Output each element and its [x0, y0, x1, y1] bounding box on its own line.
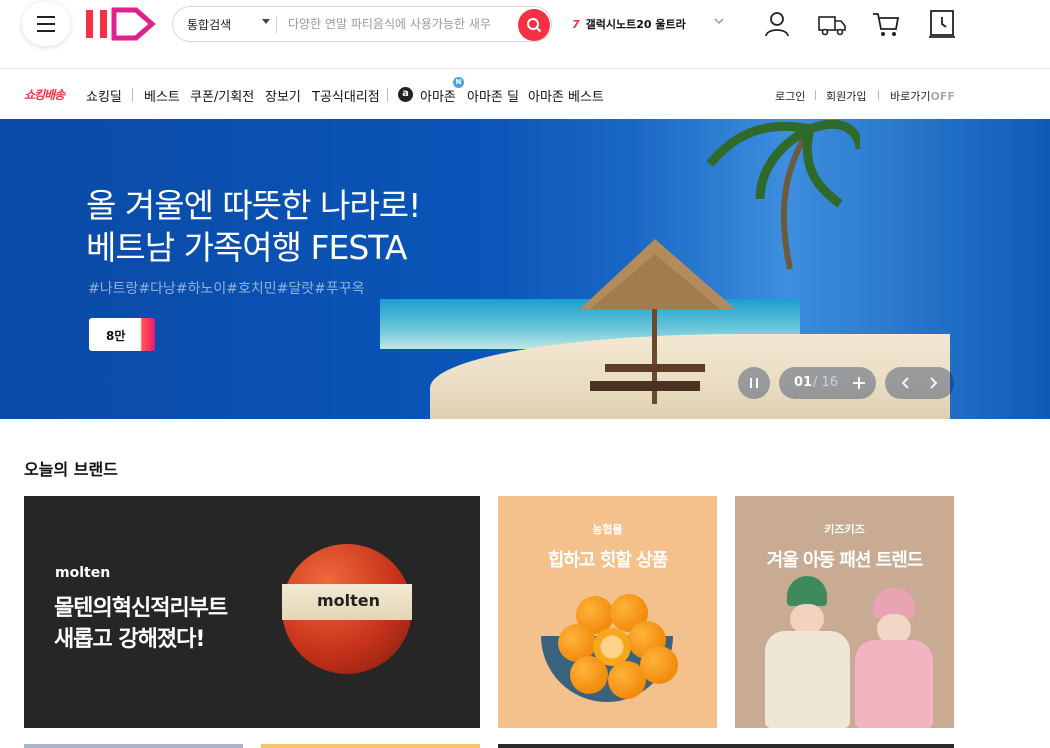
brand-card-molten[interactable]: molten 몰텐의혁신적리부트 새롭고 강해졌다! molten — [24, 496, 480, 728]
banner-total-count: / 16 — [813, 375, 839, 390]
banner-title-line2: 베트남 가족여행 FESTA — [86, 228, 407, 267]
nav-divider — [387, 88, 388, 102]
orange-image — [640, 646, 678, 684]
nav-item-amazon-deal[interactable]: 아마존 딜 — [467, 86, 519, 105]
shocking-delivery-link[interactable]: 쇼킹배송 — [24, 86, 65, 103]
brand-card-line2: 새롭고 강해졌다! — [54, 627, 205, 652]
brand-card-copy: 몰텐의혁신적리부트 새롭고 강해졌다! — [54, 593, 228, 655]
brand-card-headline: 겨울 아동 패션 트렌드 — [766, 550, 924, 571]
brand-card-headline: 힙하고 힛할 상품 — [547, 550, 668, 571]
user-icon[interactable] — [761, 8, 793, 40]
amazon-logo-icon: a — [398, 87, 413, 102]
section-title: 오늘의 브랜드 — [24, 460, 118, 479]
kid-coat-image — [765, 631, 850, 728]
molten-logo: molten — [55, 565, 111, 581]
util-divider — [878, 90, 879, 100]
nav-divider — [132, 88, 133, 102]
shortcut-toggle[interactable]: 바로가기OFF — [890, 88, 955, 104]
hamburger-menu-button[interactable] — [22, 2, 70, 46]
kid-coat-image — [855, 640, 933, 728]
banner-tags: #나트랑#다낭#하노이#호치민#달랏#푸꾸옥 — [88, 281, 365, 297]
shortcut-state: OFF — [930, 90, 955, 103]
nav-item-amazon[interactable]: 아마존 — [420, 86, 456, 105]
pause-icon — [750, 378, 758, 388]
search-button[interactable] — [518, 9, 550, 41]
chevron-right-icon[interactable] — [926, 376, 940, 390]
nav-item-coupons[interactable]: 쿠폰/기획전 — [190, 86, 254, 105]
chevron-down-icon[interactable] — [262, 19, 270, 24]
main-banner[interactable]: 올 겨울엔 따뜻한 나라로! 베트남 가족여행 FESTA #나트랑#다낭#하노… — [0, 119, 1050, 419]
brand-card-kids[interactable]: 키즈키즈 겨울 아동 패션 트렌드 — [735, 496, 954, 728]
promo-rank: 7 — [572, 18, 580, 31]
brand-card-nonghyup[interactable]: 농협몰 힙하고 힛할 상품 — [498, 496, 717, 728]
nav-item-best[interactable]: 베스트 — [144, 86, 180, 105]
brand-card-next-1[interactable] — [24, 744, 243, 748]
nav-item-groceries[interactable]: 장보기 — [265, 86, 301, 105]
ball-logo-text: molten — [317, 591, 381, 610]
top-header: 통합검색 7 갤럭시노트20 울트라 — [0, 0, 1050, 68]
menu-icon — [37, 23, 55, 25]
nav-item-amazon-best[interactable]: 아마존 베스트 — [528, 86, 604, 105]
util-divider — [815, 90, 816, 100]
menu-icon — [37, 16, 55, 18]
kid-face-image — [790, 604, 824, 634]
orange-image — [570, 656, 608, 694]
brand-card-line1: 몰텐의혁신적리부트 — [54, 596, 228, 621]
category-nav: 쇼킹배송 쇼킹딜 베스트 쿠폰/기획전 장보기 T공식대리점 a 아마존 N 아… — [0, 68, 1050, 118]
plus-icon[interactable] — [851, 375, 867, 391]
chevron-down-icon[interactable] — [713, 16, 725, 26]
banner-current-index: 01 — [794, 375, 813, 390]
badge-text: 8만 — [106, 329, 126, 343]
brand-logo: 농협몰 — [592, 523, 623, 536]
banner-title-line1: 올 겨울엔 따뜻한 나라로! — [86, 186, 421, 225]
banner-pause-button[interactable] — [738, 367, 770, 399]
nav-item-shocking-deal[interactable]: 쇼킹딜 — [86, 86, 122, 105]
promo-text: 갤럭시노트20 울트라 — [585, 18, 686, 31]
banner-price-badge: 8만 — [89, 318, 155, 351]
search-category-select[interactable]: 통합검색 — [187, 16, 231, 33]
shortcut-label: 바로가기 — [890, 90, 931, 103]
cart-icon[interactable] — [870, 8, 902, 40]
banner-title: 올 겨울엔 따뜻한 나라로! 베트남 가족여행 FESTA — [86, 185, 421, 269]
search-input[interactable] — [288, 13, 513, 35]
banner-nav — [885, 367, 954, 399]
brand-card-next-3[interactable] — [498, 744, 954, 748]
11st-logo[interactable] — [84, 6, 156, 42]
basketball-image: molten — [282, 544, 412, 674]
search-divider — [276, 17, 277, 33]
search-icon — [527, 18, 542, 33]
brand-logo: 키즈키즈 — [824, 523, 865, 536]
recent-view-clock-icon[interactable] — [926, 8, 958, 40]
search-bar: 통합검색 — [172, 6, 552, 42]
login-link[interactable]: 로그인 — [775, 88, 805, 104]
promo-keyword[interactable]: 7 갤럭시노트20 울트라 — [572, 16, 686, 32]
nav-item-t-dealer[interactable]: T공식대리점 — [312, 86, 380, 105]
new-badge: N — [453, 77, 464, 88]
chevron-left-icon[interactable] — [899, 376, 913, 390]
delivery-truck-icon[interactable] — [816, 8, 848, 40]
signup-link[interactable]: 회원가입 — [826, 88, 866, 104]
banner-counter: 01 / 16 — [779, 367, 876, 399]
kid-hat-image — [787, 576, 827, 606]
menu-icon — [37, 30, 55, 32]
brand-card-next-2[interactable] — [261, 744, 480, 748]
